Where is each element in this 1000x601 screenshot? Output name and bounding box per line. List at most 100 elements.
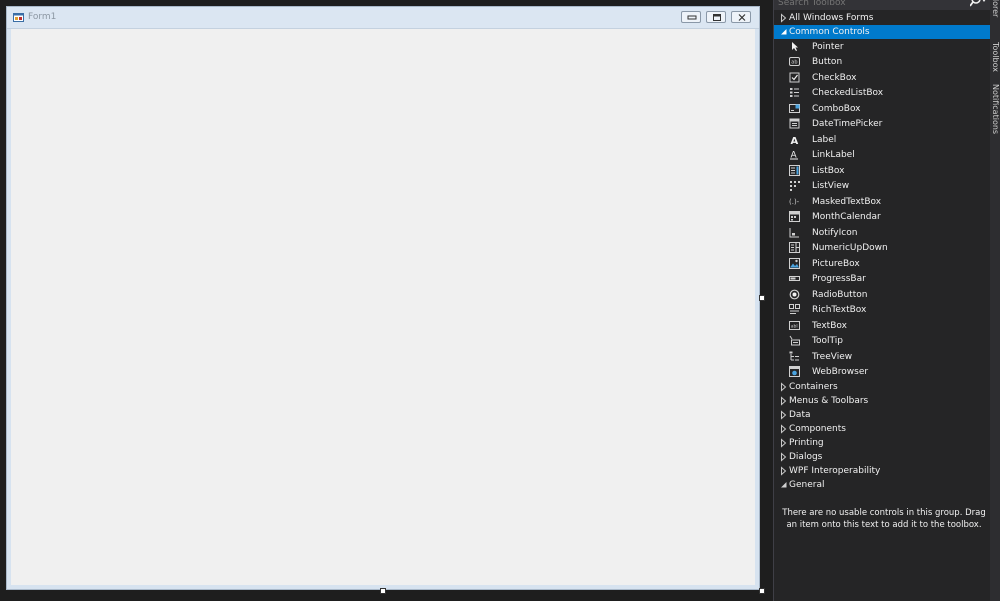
toolbox-item-tooltip[interactable]: ToolTip [774,334,991,348]
item-label: MonthCalendar [812,212,881,222]
toolbox-panel: All Windows Forms Common Controls Pointe… [773,0,991,601]
webbrowser-icon [789,366,800,377]
chevron-right-icon [781,410,787,420]
item-label: ToolTip [812,336,843,346]
category-label: Containers [789,382,838,392]
checkbox-icon [789,72,800,83]
item-label: RadioButton [812,290,868,300]
toolbox-item-richtextbox[interactable]: RichTextBox [774,303,991,317]
item-label: CheckBox [812,73,857,83]
pointer-icon [792,42,798,51]
richtextbox-icon [789,304,800,314]
chevron-right-icon [781,424,787,434]
toolbox-item-monthcalendar[interactable]: MonthCalendar [774,210,991,224]
item-label: WebBrowser [812,367,869,377]
close-button[interactable] [731,11,751,23]
category-label: Printing [789,438,824,448]
resize-handle-corner[interactable] [759,588,765,594]
minimize-icon [687,15,697,20]
category-printing[interactable]: Printing [774,436,991,450]
toolbox-item-combobox[interactable]: ComboBox [774,102,991,116]
toolbox-item-treeview[interactable]: TreeView [774,350,991,364]
form-app-icon [13,13,24,22]
item-label: Pointer [812,42,844,52]
category-dialogs[interactable]: Dialogs [774,450,991,464]
treeview-icon [789,351,799,361]
toolbox-item-notifyicon[interactable]: NotifyIcon [774,226,991,240]
chevron-right-icon [781,396,787,406]
category-label: All Windows Forms [789,13,874,23]
datetimepicker-icon [789,118,800,129]
item-label: DateTimePicker [812,119,883,129]
minimize-button[interactable] [681,11,701,23]
category-data[interactable]: Data [774,408,991,422]
side-tab-strip: Explorer Toolbox Notifications [990,0,1000,601]
category-label: WPF Interoperability [789,466,881,476]
category-wpf-interoperability[interactable]: WPF Interoperability [774,464,991,478]
toolbox-item-label[interactable]: A Label [774,133,991,147]
resize-handle-right[interactable] [759,295,765,301]
toolbox-item-linklabel[interactable]: A LinkLabel [774,148,991,162]
numericupdown-icon [789,242,800,253]
item-label: CheckedListBox [812,88,884,98]
toolbox-item-progressbar[interactable]: ProgressBar [774,272,991,286]
category-all-windows-forms[interactable]: All Windows Forms [774,11,991,25]
search-icon[interactable] [970,0,988,9]
tab-notifications[interactable]: Notifications [990,84,1000,138]
resize-handle-bottom[interactable] [380,588,386,594]
item-label: NumericUpDown [812,243,888,253]
form-window[interactable]: Form1 [6,6,760,590]
toolbox-item-listview[interactable]: ListView [774,179,991,193]
category-label: Data [789,410,811,420]
toolbox-item-numericupdown[interactable]: NumericUpDown [774,241,991,255]
chevron-right-icon [781,452,787,462]
toolbox-item-radiobutton[interactable]: RadioButton [774,288,991,302]
toolbox-search[interactable] [774,0,991,10]
picturebox-icon [789,258,800,269]
search-input[interactable] [778,0,958,9]
tab-explorer[interactable]: Explorer [990,0,1000,37]
tab-label: Notifications [991,84,1000,135]
category-general[interactable]: General [774,478,991,492]
label-icon: A [791,136,799,145]
form-client-area[interactable] [11,29,755,585]
category-components[interactable]: Components [774,422,991,436]
svg-text:ab: ab [791,60,797,66]
chevron-right-icon [781,466,787,476]
category-menus-toolbars[interactable]: Menus & Toolbars [774,394,991,408]
tab-toolbox[interactable]: Toolbox [990,42,1000,78]
toolbox-item-pointer[interactable]: Pointer [774,40,991,54]
button-icon: ab [789,57,800,66]
item-label: ListView [812,181,850,191]
tab-label: Toolbox [991,42,1000,72]
toolbox-item-webbrowser[interactable]: WebBrowser [774,365,991,379]
item-label: RichTextBox [812,305,867,315]
item-label: ComboBox [812,104,861,114]
textbox-icon: abl [789,321,800,330]
category-label: Menus & Toolbars [789,396,869,406]
category-common-controls[interactable]: Common Controls [774,25,991,39]
monthcalendar-icon [789,211,800,222]
form-titlebar[interactable]: Form1 [7,7,759,29]
toolbox-item-checkbox[interactable]: CheckBox [774,71,991,85]
toolbox-item-maskedtextbox[interactable]: (.)- MaskedTextBox [774,195,991,209]
checkedlistbox-icon [790,88,799,97]
item-label: ProgressBar [812,274,866,284]
maximize-button[interactable] [706,11,726,23]
item-label: LinkLabel [812,150,855,160]
designer-surface[interactable]: Form1 [0,0,773,601]
toolbox-item-listbox[interactable]: ListBox [774,164,991,178]
toolbox-item-checkedlistbox[interactable]: CheckedListBox [774,86,991,100]
category-label: Components [789,424,846,434]
toolbox-item-textbox[interactable]: abl TextBox [774,319,991,333]
toolbox-item-button[interactable]: ab Button [774,55,991,69]
chevron-down-icon [781,29,787,35]
tab-label: Explorer [991,0,1000,18]
item-label: Button [812,57,843,67]
toolbox-item-datetimepicker[interactable]: DateTimePicker [774,117,991,131]
maximize-icon [713,14,721,21]
category-containers[interactable]: Containers [774,380,991,394]
empty-group-message[interactable]: There are no usable controls in this gro… [780,507,988,531]
combobox-icon [789,104,800,113]
toolbox-item-picturebox[interactable]: PictureBox [774,257,991,271]
